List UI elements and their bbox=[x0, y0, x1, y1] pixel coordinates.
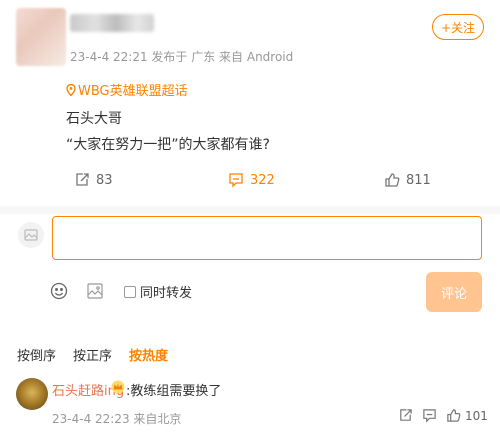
comment-repost-button[interactable] bbox=[398, 408, 413, 423]
like-icon bbox=[447, 409, 461, 422]
location-pin-icon bbox=[66, 83, 76, 96]
topic-link[interactable]: WBG英雄联盟超话 bbox=[66, 80, 188, 99]
post-meta: 23-4-4 22:21 发布于 广东 来自 Android bbox=[70, 50, 294, 64]
comment-reply-button[interactable] bbox=[422, 408, 437, 423]
like-icon bbox=[385, 173, 400, 187]
comment-button[interactable]: 322 bbox=[228, 172, 275, 188]
image-icon[interactable] bbox=[86, 282, 104, 300]
repost-toggle-label: 同时转发 bbox=[140, 286, 193, 301]
emoji-icon[interactable] bbox=[50, 282, 68, 300]
like-button[interactable]: 811 bbox=[384, 172, 431, 188]
comment-like-button[interactable]: 101 bbox=[446, 408, 488, 423]
like-count: 811 bbox=[406, 172, 431, 188]
comment-text: :教练组需要换了 bbox=[126, 384, 222, 399]
comment-input[interactable] bbox=[52, 216, 482, 260]
poster-avatar[interactable] bbox=[16, 8, 66, 66]
section-divider bbox=[0, 206, 500, 214]
crown-icon bbox=[111, 380, 125, 394]
follow-button[interactable]: +关注 bbox=[432, 14, 484, 40]
comment-icon bbox=[229, 173, 243, 188]
sort-option-hot[interactable]: 按热度 bbox=[129, 345, 168, 364]
post-text-line: “大家在努力一把”的大家都有谁? bbox=[66, 137, 270, 153]
comment-meta: 23-4-4 22:23 来自北京 bbox=[52, 412, 182, 426]
repost-count: 83 bbox=[96, 172, 113, 188]
repost-checkbox[interactable] bbox=[124, 285, 136, 298]
comment-like-count: 101 bbox=[465, 408, 488, 423]
comment-count: 322 bbox=[250, 172, 275, 188]
sort-option-reverse[interactable]: 按倒序 bbox=[17, 345, 56, 364]
topic-label: WBG英雄联盟超话 bbox=[78, 84, 188, 99]
repost-toggle[interactable]: 同时转发 bbox=[124, 282, 192, 301]
poster-name[interactable] bbox=[70, 14, 154, 32]
sort-option-forward[interactable]: 按正序 bbox=[73, 345, 112, 364]
repost-button[interactable]: 83 bbox=[74, 172, 113, 188]
submit-comment-button[interactable]: 评论 bbox=[426, 272, 482, 312]
commenter-avatar[interactable] bbox=[16, 378, 48, 410]
my-avatar bbox=[18, 222, 44, 248]
repost-icon bbox=[76, 173, 89, 186]
avatar-placeholder-icon bbox=[24, 229, 38, 241]
post-text-line: 石头大哥 bbox=[66, 111, 122, 127]
repost-icon bbox=[400, 409, 412, 421]
comment-icon bbox=[423, 409, 436, 423]
